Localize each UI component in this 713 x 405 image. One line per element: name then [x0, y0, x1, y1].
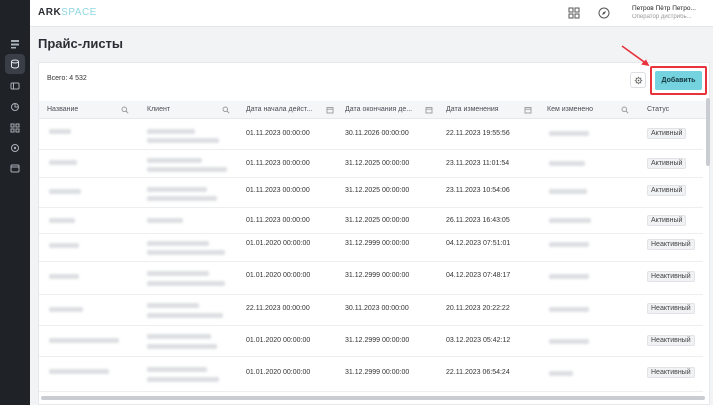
status-badge: Неактивный: [647, 239, 695, 250]
table-row[interactable]: 01.01.2020 00:00:00 31.12.2999 00:00:00 …: [39, 357, 703, 392]
cell-start-date: 01.11.2023 00:00:00: [246, 160, 310, 167]
status-badge: Активный: [647, 128, 687, 139]
add-button-highlight: Добавить: [650, 66, 707, 95]
table-row[interactable]: 01.01.2020 00:00:00 31.12.2999 00:00:00 …: [39, 234, 703, 262]
card-icon[interactable]: [5, 76, 25, 96]
cell-end-date: 30.11.2026 00:00:00: [345, 130, 409, 137]
chart-icon[interactable]: [5, 97, 25, 117]
database-icon[interactable]: [5, 54, 25, 74]
settings-icon[interactable]: [5, 138, 25, 158]
cell-changed-date: 26.11.2023 16:43:05: [446, 217, 510, 224]
total-count: Всего: 4 532: [47, 75, 87, 82]
cell-changed-date: 03.12.2023 05:42:12: [446, 337, 511, 344]
col-status[interactable]: Статус: [647, 106, 669, 113]
col-end-date[interactable]: Дата окончания де...: [345, 106, 427, 113]
cell-end-date: 31.12.2999 00:00:00: [345, 272, 410, 279]
table-row[interactable]: 01.01.2020 00:00:00 31.12.2999 00:00:00 …: [39, 326, 703, 357]
calendar-icon[interactable]: [425, 106, 433, 114]
search-icon[interactable]: [121, 106, 129, 114]
status-badge: Неактивный: [647, 303, 695, 314]
page-title: Прайс-листы: [38, 36, 124, 51]
compass-icon[interactable]: [598, 7, 610, 19]
status-badge: Неактивный: [647, 271, 695, 282]
cell-start-date: 01.11.2023 00:00:00: [246, 217, 310, 224]
sidebar: [0, 0, 30, 405]
table-header: Название Клиент Дата начала дейст... Дат…: [39, 101, 709, 119]
col-name[interactable]: Название: [47, 106, 78, 113]
cell-start-date: 01.01.2020 00:00:00: [246, 369, 311, 376]
add-button[interactable]: Добавить: [655, 71, 702, 90]
table-row[interactable]: 01.11.2023 00:00:00 30.11.2026 00:00:00 …: [39, 120, 703, 150]
calendar-icon[interactable]: [524, 106, 532, 114]
table-settings-button[interactable]: [630, 72, 646, 88]
status-badge: Активный: [647, 185, 687, 196]
logo[interactable]: ARKSPACE: [38, 7, 97, 18]
horizontal-scrollbar[interactable]: [41, 396, 705, 400]
search-icon[interactable]: [222, 106, 230, 114]
cell-changed-date: 22.11.2023 19:55:56: [446, 130, 510, 137]
status-badge: Неактивный: [647, 335, 695, 346]
user-role: Оператор дистрибь...: [632, 14, 692, 20]
cell-end-date: 30.11.2023 00:00:00: [345, 305, 409, 312]
dashboard-icon[interactable]: [5, 34, 25, 54]
cell-end-date: 31.12.2999 00:00:00: [345, 337, 410, 344]
cell-start-date: 01.11.2023 00:00:00: [246, 187, 310, 194]
price-list-card: Всего: 4 532 Добавить Название Клиент Да…: [38, 62, 710, 405]
table-row[interactable]: 01.01.2020 00:00:00 31.12.2999 00:00:00 …: [39, 262, 703, 295]
users-icon[interactable]: [5, 118, 25, 138]
user-name: Петров Пётр Петро...: [632, 5, 696, 12]
status-badge: Неактивный: [647, 367, 695, 378]
annotation-arrow-icon: [621, 45, 650, 66]
gear-icon: [634, 76, 642, 84]
calendar-icon[interactable]: [326, 106, 334, 114]
col-client[interactable]: Клиент: [147, 106, 170, 113]
cell-changed-date: 22.11.2023 06:54:24: [446, 369, 510, 376]
status-badge: Активный: [647, 215, 687, 226]
cell-changed-date: 23.11.2023 10:54:06: [446, 187, 510, 194]
table-row[interactable]: 01.11.2023 00:00:00 31.12.2025 00:00:00 …: [39, 178, 703, 208]
table-row[interactable]: 01.11.2023 00:00:00 31.12.2025 00:00:00 …: [39, 208, 703, 234]
col-changed-by[interactable]: Кем изменено: [547, 106, 593, 113]
status-badge: Активный: [647, 158, 687, 169]
cell-end-date: 31.12.2999 00:00:00: [345, 369, 410, 376]
topbar: ARKSPACE Петров Пётр Петро... Оператор д…: [30, 0, 713, 27]
user-menu[interactable]: Петров Пётр Петро... Оператор дистрибь..…: [632, 5, 710, 20]
table-row[interactable]: 22.11.2023 00:00:00 30.11.2023 00:00:00 …: [39, 295, 703, 326]
cell-changed-date: 04.12.2023 07:48:17: [446, 272, 511, 279]
col-start-date[interactable]: Дата начала дейст...: [246, 106, 326, 113]
search-icon[interactable]: [621, 106, 629, 114]
table-row[interactable]: 01.11.2023 00:00:00 31.12.2025 00:00:00 …: [39, 150, 703, 178]
cell-end-date: 31.12.2025 00:00:00: [345, 217, 410, 224]
col-changed-date[interactable]: Дата изменения: [446, 106, 499, 113]
cell-changed-date: 04.12.2023 07:51:01: [446, 240, 511, 247]
cell-start-date: 22.11.2023 00:00:00: [246, 305, 310, 312]
cell-changed-date: 20.11.2023 20:22:22: [446, 305, 510, 312]
cell-start-date: 01.01.2020 00:00:00: [246, 272, 311, 279]
cell-end-date: 31.12.2999 00:00:00: [345, 240, 410, 247]
cell-end-date: 31.12.2025 00:00:00: [345, 160, 410, 167]
cell-start-date: 01.01.2020 00:00:00: [246, 240, 311, 247]
cell-end-date: 31.12.2025 00:00:00: [345, 187, 410, 194]
vertical-scrollbar[interactable]: [706, 98, 710, 166]
cell-changed-date: 23.11.2023 11:01:54: [446, 160, 510, 167]
grid-icon[interactable]: [568, 7, 580, 19]
cell-start-date: 01.11.2023 00:00:00: [246, 130, 310, 137]
cell-start-date: 01.01.2020 00:00:00: [246, 337, 311, 344]
calendar-icon[interactable]: [5, 158, 25, 178]
